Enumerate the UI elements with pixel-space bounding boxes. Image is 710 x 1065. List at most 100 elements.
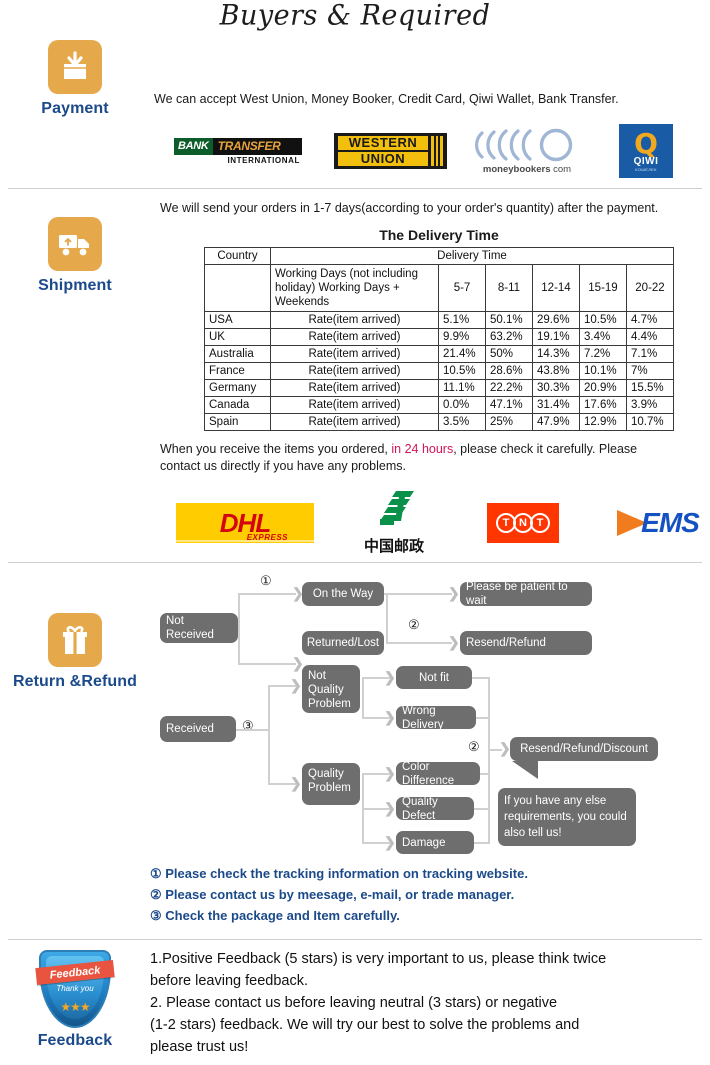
flow-line: [362, 677, 364, 719]
flow-box-color-difference: Color Difference: [396, 761, 480, 787]
page-title: Buyers & Required: [219, 0, 491, 32]
bank-transfer-logo: BANK TRANSFER INTERNATIONAL: [158, 137, 318, 165]
cell-rate-2: 47.9%: [532, 413, 580, 431]
flow-arrow-icon: ❯: [384, 765, 396, 781]
cell-rate-4: 7.1%: [626, 345, 674, 363]
cell-rate-2: 43.8%: [532, 362, 580, 380]
flow-marker-1: ①: [260, 573, 272, 588]
feedback-line-3: 2. Please contact us before leaving neut…: [150, 995, 558, 1011]
flow-arrow-icon: ❯: [499, 740, 511, 756]
receive-note-part1: When you receive the items you ordered,: [160, 442, 392, 456]
qiwi-text: QIWI: [633, 155, 659, 167]
gift-box-icon: [48, 613, 102, 667]
cell-rate-1: 50.1%: [485, 311, 533, 329]
flowchart: ❯ ❯ Not Received On the Way Returned/Los…: [150, 573, 710, 933]
cell-rate-4: 15.5%: [626, 379, 674, 397]
flow-arrow-icon: ❯: [384, 709, 396, 725]
flow-arrow-icon: ❯: [290, 677, 302, 693]
return-refund-label: Return &Refund: [12, 673, 138, 690]
feedback-icon-column: Feedback Thank you ★★★ Feedback: [0, 948, 150, 1058]
flow-box-on-the-way: On the Way: [302, 582, 384, 606]
dhl-logo: DHL EXPRESS: [160, 502, 330, 544]
flow-arrow-icon: ❯: [384, 800, 396, 816]
flow-arrow-icon: ❯: [292, 655, 304, 671]
download-box-icon: [48, 40, 102, 94]
return-note-2: ② Please contact us by meesage, e-mail, …: [150, 887, 515, 902]
return-notes: ① Please check the tracking information …: [150, 863, 528, 926]
delivery-truck-icon: [48, 217, 102, 271]
flow-arrow-icon: ❯: [384, 669, 396, 685]
return-refund-icon-column: Return &Refund: [0, 573, 150, 933]
cell-country: France: [204, 362, 271, 380]
flow-line: [384, 593, 452, 595]
header-range-3: 15-19: [579, 264, 627, 312]
visa-logo: VISA: [701, 134, 710, 168]
cell-rate-label: Rate(item arrived): [270, 396, 439, 414]
cell-rate-0: 0.0%: [438, 396, 486, 414]
cell-rate-0: 5.1%: [438, 311, 486, 329]
china-post-logo: 中国邮政: [330, 489, 458, 556]
cell-rate-label: Rate(item arrived): [270, 311, 439, 329]
feedback-line-4: (1-2 stars) feedback. We will try our be…: [150, 1017, 580, 1033]
cell-rate-2: 19.1%: [532, 328, 580, 346]
cell-rate-3: 17.6%: [579, 396, 627, 414]
shield-stars: ★★★: [60, 1000, 90, 1014]
page-header: Buyers & Required: [0, 0, 710, 36]
cell-rate-3: 12.9%: [579, 413, 627, 431]
cell-rate-label: Rate(item arrived): [270, 362, 439, 380]
cell-country: Spain: [204, 413, 271, 431]
buyers-required-page: Buyers & Required Payment We can accept …: [0, 0, 710, 1065]
cell-rate-4: 4.7%: [626, 311, 674, 329]
feedback-shield-icon: Feedback Thank you ★★★: [35, 950, 115, 1028]
ems-logo: EMS: [588, 507, 710, 539]
moneybookers-text: moneybookers: [482, 163, 551, 175]
cell-rate-3: 3.4%: [579, 328, 627, 346]
flow-marker-2b: ②: [468, 739, 480, 754]
cell-country: UK: [204, 328, 271, 346]
dhl-stripes: [176, 532, 314, 544]
dhl-subtext: EXPRESS: [246, 532, 288, 542]
flow-box-wrong-delivery: Wrong Delivery: [396, 705, 476, 731]
feedback-body: 1.Positive Feedback (5 stars) is very im…: [150, 948, 710, 1058]
shipment-body: We will send your orders in 1-7 days(acc…: [150, 197, 710, 556]
table-row: Canada Rate(item arrived) 0.0% 47.1% 31.…: [204, 396, 674, 414]
shipment-label: Shipment: [38, 277, 112, 294]
header-range-4: 20-22: [626, 264, 674, 312]
moneybookers-suffix: com: [550, 163, 572, 175]
cell-rate-1: 22.2%: [485, 379, 533, 397]
cell-country: Canada: [204, 396, 271, 414]
flow-box-bubble-note: If you have any else requirements, you c…: [498, 788, 636, 846]
flow-line: [386, 642, 452, 644]
flow-box-not-received: Not Received: [160, 613, 238, 643]
cell-rate-0: 10.5%: [438, 362, 486, 380]
bubble-tail: [502, 761, 538, 779]
western-union-word2: UNION: [338, 152, 428, 166]
cell-country: Germany: [204, 379, 271, 397]
cell-rate-label: Rate(item arrived): [270, 345, 439, 363]
table-header-row-1: Country Delivery Time: [204, 247, 674, 265]
flow-box-resend-refund: Resend/Refund: [460, 631, 592, 655]
flow-box-be-patient: Please be patient to wait: [460, 581, 592, 607]
return-refund-section: Return &Refund ❯ ❯ Not Received On the W…: [0, 563, 710, 937]
flow-box-not-quality-problem: Not Quality Problem: [302, 665, 360, 713]
flow-box-received: Received: [160, 716, 236, 742]
flow-marker-2: ②: [408, 617, 420, 632]
cell-rate-0: 11.1%: [438, 379, 486, 397]
flow-box-not-fit: Not fit: [396, 666, 472, 689]
table-header-row-2: Working Days (not including holiday) Wor…: [204, 264, 674, 312]
tnt-circles-icon: TNT: [496, 512, 550, 533]
western-union-logo: WESTERN UNION: [318, 133, 463, 169]
cell-rate-label: Rate(item arrived): [270, 413, 439, 431]
cell-rate-3: 10.1%: [579, 362, 627, 380]
cell-rate-4: 10.7%: [626, 413, 674, 431]
flow-line: [488, 677, 490, 843]
shipment-section: Shipment We will send your orders in 1-7…: [0, 189, 710, 562]
cell-rate-2: 31.4%: [532, 396, 580, 414]
cell-rate-1: 63.2%: [485, 328, 533, 346]
ems-text: EMS: [641, 506, 700, 538]
cell-rate-2: 30.3%: [532, 379, 580, 397]
moneybookers-arcs-icon: [466, 128, 588, 162]
moneybookers-logo: moneybookers com: [463, 128, 591, 175]
qiwi-subtext: КОШЕЛЕК: [635, 166, 657, 172]
flow-marker-3: ③: [242, 718, 254, 733]
